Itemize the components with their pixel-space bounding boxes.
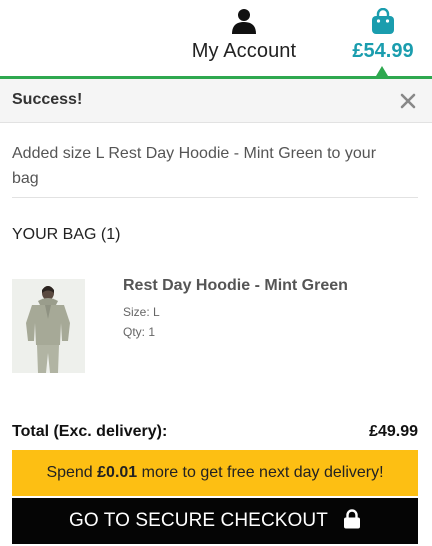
success-title: Success! [12, 91, 83, 108]
total-row: Total (Exc. delivery): £49.99 [12, 423, 418, 445]
total-label: Total (Exc. delivery): [12, 423, 168, 440]
divider [12, 197, 418, 198]
promo-suffix: more to get free next day delivery! [137, 464, 384, 481]
product-qty: Qty: 1 [123, 325, 156, 339]
promo-amount: £0.01 [97, 464, 138, 481]
my-account-link[interactable]: My Account [186, 6, 302, 70]
free-delivery-banner: Spend £0.01 more to get free next day de… [12, 450, 418, 496]
site-header: My Account £54.99 [0, 0, 432, 79]
product-size: Size: L [123, 305, 160, 319]
bag-pointer [376, 66, 388, 76]
bag-item: Rest Day Hoodie - Mint Green Size: L Qty… [12, 277, 418, 375]
shopping-bag-icon [372, 8, 394, 34]
hoodie-product-image[interactable] [12, 279, 85, 373]
checkout-label: GO TO SECURE CHECKOUT [68, 510, 328, 531]
total-value: £49.99 [369, 423, 418, 440]
bag-total: £54.99 [352, 40, 414, 62]
lock-icon [344, 509, 361, 529]
added-to-bag-message: Added size L Rest Day Hoodie - Mint Gree… [12, 145, 377, 187]
user-icon [232, 9, 256, 34]
bag-heading: YOUR BAG (1) [12, 226, 121, 243]
promo-prefix: Spend [46, 464, 98, 481]
secure-checkout-button[interactable]: GO TO SECURE CHECKOUT [12, 498, 418, 544]
my-account-label: My Account [191, 40, 297, 62]
success-banner: Success! [0, 79, 432, 123]
bag-link[interactable]: £54.99 [346, 6, 420, 70]
product-name[interactable]: Rest Day Hoodie - Mint Green [123, 277, 348, 295]
close-icon[interactable] [398, 91, 418, 111]
